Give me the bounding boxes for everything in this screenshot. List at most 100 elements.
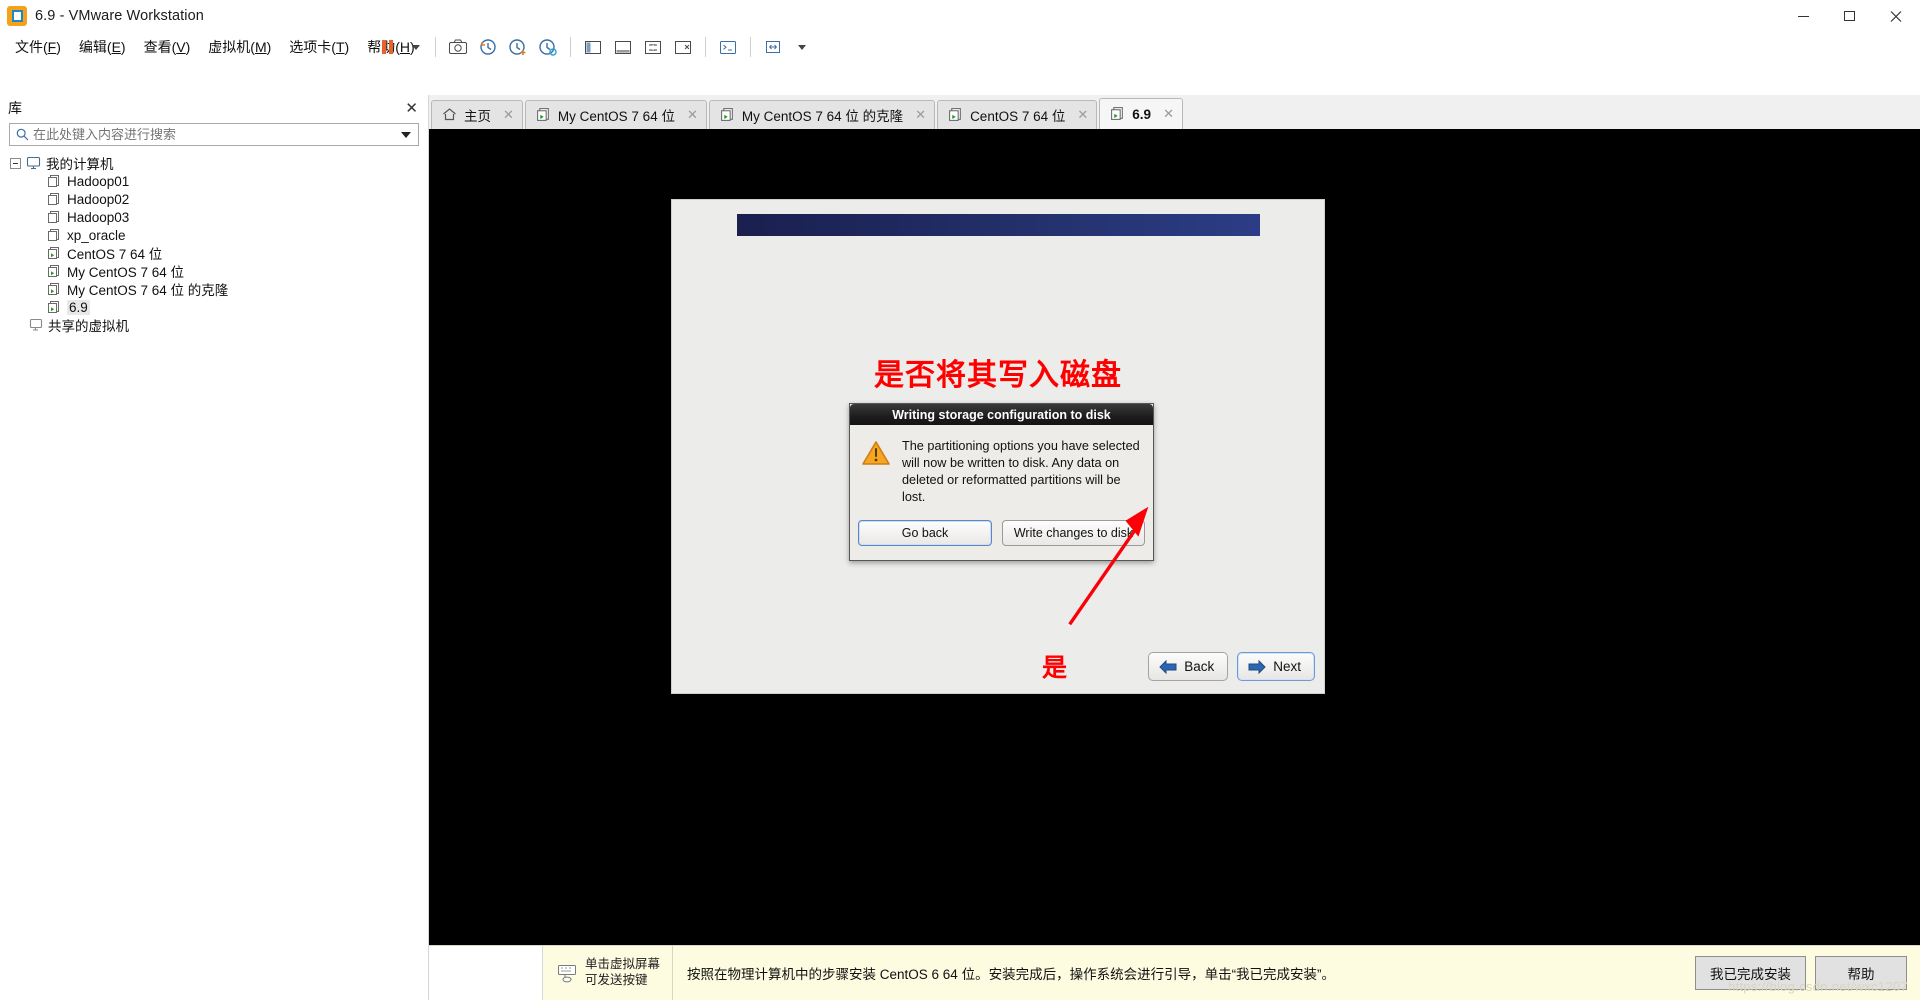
vmware-logo-icon: [7, 6, 27, 26]
tree-item-label: My CentOS 7 64 位 的克隆: [67, 283, 229, 298]
tab-label: My CentOS 7 64 位 的克隆: [741, 109, 904, 124]
vm-on-icon: [536, 107, 552, 123]
back-button[interactable]: Back: [1148, 652, 1229, 681]
tab-bar: 主页 ✕ My CentOS 7 64 位 ✕ My CentOS 7 64 位…: [429, 95, 1920, 129]
tree-item-shared-vms[interactable]: 共享的虚拟机: [0, 316, 428, 334]
toolbar-separator: [705, 37, 706, 57]
shared-vm-icon: [27, 317, 43, 333]
tree-item-xp-oracle[interactable]: xp_oracle: [0, 226, 428, 244]
panel-left-icon: [585, 41, 601, 54]
manage-snapshots-button[interactable]: [533, 33, 563, 61]
window-title: 6.9 - VMware Workstation: [35, 8, 204, 24]
take-snapshot-button[interactable]: [503, 33, 533, 61]
show-thumbnail-bar-button[interactable]: [608, 33, 638, 61]
vm-on-icon: [948, 107, 964, 123]
vm-on-icon: [46, 263, 62, 279]
annotation-question-text: 是否将其写入磁盘: [874, 358, 1122, 393]
close-icon[interactable]: ✕: [915, 107, 926, 123]
tab-my-centos7-clone[interactable]: My CentOS 7 64 位 的克隆 ✕: [708, 100, 936, 129]
search-input[interactable]: [33, 127, 401, 142]
menu-tabs[interactable]: 选项卡(T): [280, 34, 358, 60]
tab-label: 6.9: [1132, 106, 1152, 122]
menu-view[interactable]: 查看(V): [135, 34, 200, 60]
installer-banner: [737, 214, 1260, 236]
library-panel: 库 ✕ 我的计算机: [0, 95, 429, 1000]
vm-off-icon: [46, 227, 62, 243]
tab-6-9[interactable]: 6.9 ✕: [1099, 98, 1183, 129]
watermark-text: https://blog.csdn.net/wxc1207: [1728, 979, 1908, 994]
tab-my-centos7[interactable]: My CentOS 7 64 位 ✕: [524, 100, 707, 129]
close-icon[interactable]: ✕: [687, 107, 698, 123]
suspend-button[interactable]: [372, 33, 402, 61]
installer-nav: Back Next: [1148, 652, 1315, 681]
vm-off-icon: [46, 209, 62, 225]
close-icon[interactable]: ✕: [1077, 107, 1088, 123]
maximize-button[interactable]: [1826, 0, 1872, 32]
title-bar: 6.9 - VMware Workstation: [0, 0, 1920, 33]
stretch-dropdown[interactable]: [788, 33, 814, 61]
full-screen-button[interactable]: [638, 33, 668, 61]
tab-label: CentOS 7 64 位: [970, 109, 1066, 124]
console-button[interactable]: [713, 33, 743, 61]
vm-console[interactable]: 是否将其写入磁盘 Writing storage configuration t…: [429, 129, 1920, 945]
vm-on-icon: [46, 281, 62, 297]
expand-icon: [645, 41, 661, 54]
menu-bar: 文件(F) 编辑(E) 查看(V) 虚拟机(M) 选项卡(T) 帮助(H): [0, 33, 1920, 61]
toolbar-separator: [435, 37, 436, 57]
tree-item-hadoop02[interactable]: Hadoop02: [0, 190, 428, 208]
tree-item-label: 6.9: [67, 299, 90, 315]
tree-item-hadoop03[interactable]: Hadoop03: [0, 208, 428, 226]
tree-item-6-9[interactable]: 6.9: [0, 298, 428, 316]
dialog-message: The partitioning options you have select…: [902, 439, 1140, 504]
stretch-button[interactable]: [758, 33, 788, 61]
centos-installer-screen: 是否将其写入磁盘 Writing storage configuration t…: [671, 199, 1325, 694]
vm-on-icon: [1110, 106, 1126, 122]
close-button[interactable]: [1872, 0, 1920, 32]
arrow-right-icon: [1248, 659, 1266, 674]
tree-item-label: Hadoop02: [67, 191, 130, 207]
show-library-button[interactable]: [578, 33, 608, 61]
tree-item-hadoop01[interactable]: Hadoop01: [0, 172, 428, 190]
tab-home[interactable]: 主页 ✕: [431, 100, 523, 129]
tab-label: My CentOS 7 64 位: [557, 109, 675, 124]
status-message: 按照在物理计算机中的步骤安装 CentOS 6 64 位。安装完成后，操作系统会…: [687, 967, 1336, 982]
toolbar-spacer: [0, 61, 1920, 95]
next-button[interactable]: Next: [1237, 652, 1315, 681]
toolbar-separator: [750, 37, 751, 57]
dialog-body: The partitioning options you have select…: [850, 425, 1153, 512]
camera-icon: [449, 39, 467, 54]
tree-item-label: My CentOS 7 64 位: [67, 265, 185, 280]
computer-icon: [25, 155, 41, 171]
home-icon: [442, 107, 458, 123]
close-icon[interactable]: ✕: [503, 107, 514, 123]
unity-button[interactable]: [668, 33, 698, 61]
suspend-dropdown[interactable]: [402, 33, 428, 61]
minimize-button[interactable]: [1780, 0, 1826, 32]
chevron-down-icon[interactable]: [401, 131, 411, 138]
tab-centos7[interactable]: CentOS 7 64 位 ✕: [937, 100, 1098, 129]
close-icon[interactable]: ✕: [1163, 106, 1174, 122]
menu-vm[interactable]: 虚拟机(M): [199, 34, 280, 60]
write-changes-to-disk-button[interactable]: Write changes to disk: [1002, 519, 1145, 546]
vmware-workstation-window: 6.9 - VMware Workstation 文件(F) 编辑(E) 查看(…: [0, 0, 1920, 1000]
tree-item-my-centos7[interactable]: My CentOS 7 64 位: [0, 262, 428, 280]
search-box[interactable]: [9, 123, 419, 146]
tree-item-my-centos7-clone[interactable]: My CentOS 7 64 位 的克隆: [0, 280, 428, 298]
annotation-yes-text: 是: [1042, 653, 1068, 682]
status-bar: 单击虚拟屏幕 可发送按键 按照在物理计算机中的步骤安装 CentOS 6 64 …: [429, 945, 1920, 1000]
tree-item-my-computer[interactable]: 我的计算机: [0, 154, 428, 172]
arrow-left-icon: [1159, 659, 1177, 674]
go-back-button[interactable]: Go back: [858, 519, 992, 546]
console-icon: [720, 41, 736, 54]
menu-file[interactable]: 文件(F): [6, 34, 70, 60]
panel-bottom-icon: [615, 41, 631, 54]
status-left-filler: [429, 946, 543, 1000]
tree-item-centos7[interactable]: CentOS 7 64 位: [0, 244, 428, 262]
vm-on-icon: [46, 299, 62, 315]
menu-edit[interactable]: 编辑(E): [70, 34, 135, 60]
collapse-toggle-icon[interactable]: [10, 157, 21, 169]
snapshot-manager-button[interactable]: [443, 33, 473, 61]
revert-snapshot-button[interactable]: [473, 33, 503, 61]
close-icon[interactable]: ✕: [401, 101, 422, 116]
chevron-down-icon: [797, 44, 806, 50]
